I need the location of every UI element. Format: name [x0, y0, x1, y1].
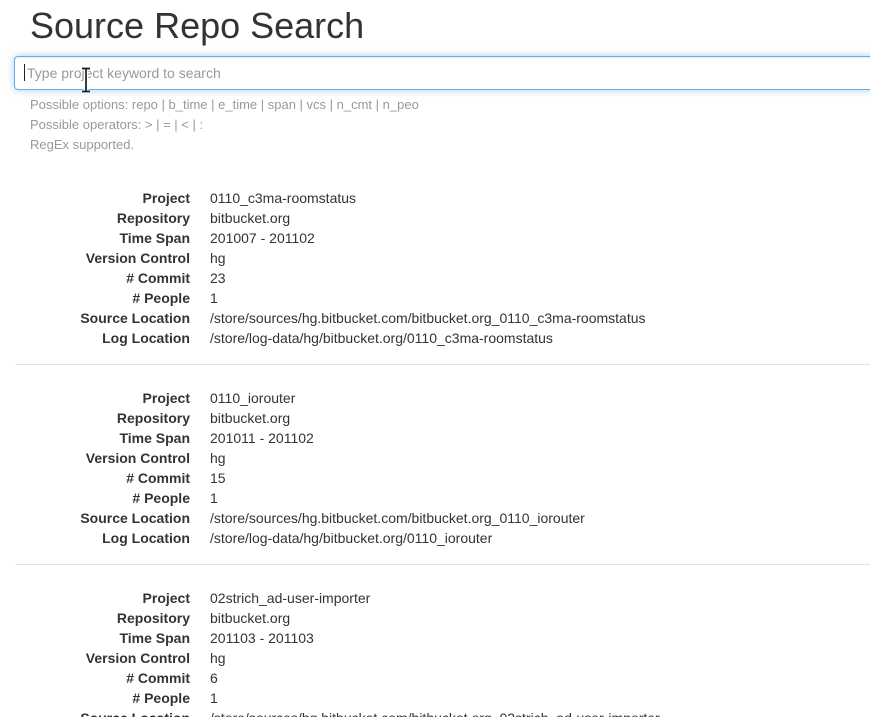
results-list: Project 0110_c3ma-roomstatus Repository … — [15, 188, 870, 717]
field-label-project: Project — [142, 390, 190, 406]
field-value-commit: 6 — [210, 670, 218, 686]
field-value-log-location: /store/log-data/hg/bitbucket.org/0110_c3… — [210, 330, 553, 346]
field-label-version-control: Version Control — [85, 450, 190, 466]
field-label-people: # People — [132, 690, 190, 706]
result-record: Project 0110_iorouter Repository bitbuck… — [30, 388, 870, 548]
field-label-log-location: Log Location — [102, 530, 190, 546]
field-value-log-location: /store/log-data/hg/bitbucket.org/0110_io… — [210, 530, 493, 546]
field-value-time-span: 201007 - 201102 — [210, 230, 315, 246]
field-value-time-span: 201103 - 201103 — [210, 630, 314, 646]
field-label-version-control: Version Control — [85, 650, 190, 666]
field-label-source-location: Source Location — [80, 510, 190, 526]
result-record: Project 02strich_ad-user-importer Reposi… — [30, 588, 870, 717]
field-value-version-control: hg — [210, 250, 226, 266]
field-label-repository: Repository — [116, 210, 190, 226]
field-label-source-location: Source Location — [80, 310, 190, 326]
field-value-people: 1 — [210, 690, 218, 706]
field-value-source-location: /store/sources/hg.bitbucket.com/bitbucke… — [210, 310, 646, 326]
help-operators-line: Possible operators: > | = | < | : — [30, 117, 204, 132]
help-regex-line: RegEx supported. — [30, 137, 135, 152]
field-value-people: 1 — [210, 490, 218, 506]
field-value-project: 02strich_ad-user-importer — [210, 590, 371, 606]
field-value-repository: bitbucket.org — [210, 210, 291, 226]
field-value-repository: bitbucket.org — [210, 610, 291, 626]
field-label-people: # People — [132, 490, 190, 506]
field-value-people: 1 — [210, 290, 218, 306]
result-record: Project 0110_c3ma-roomstatus Repository … — [30, 188, 870, 348]
field-label-time-span: Time Span — [119, 630, 190, 646]
field-value-commit: 23 — [210, 270, 226, 286]
help-options-line: Possible options: repo | b_time | e_time… — [30, 97, 419, 112]
field-value-version-control: hg — [210, 650, 226, 666]
record-divider — [15, 564, 870, 565]
field-label-project: Project — [142, 190, 190, 206]
page: Source Repo Search Possible options: rep… — [0, 0, 870, 717]
field-label-people: # People — [132, 290, 190, 306]
field-value-source-location: /store/sources/hg.bitbucket.com/bitbucke… — [210, 510, 585, 526]
field-label-time-span: Time Span — [119, 230, 190, 246]
field-value-source-location: /store/sources/hg.bitbucket.com/bitbucke… — [210, 708, 870, 717]
field-label-project: Project — [142, 590, 190, 606]
page-title: Source Repo Search — [30, 5, 365, 46]
field-value-version-control: hg — [210, 450, 226, 466]
field-label-commit: # Commit — [126, 270, 190, 286]
search-help: Possible options: repo | b_time | e_time… — [30, 95, 419, 155]
field-label-repository: Repository — [116, 410, 190, 426]
search-input[interactable] — [14, 56, 870, 90]
field-label-source-location: Source Location — [30, 708, 190, 717]
field-label-repository: Repository — [116, 610, 190, 626]
field-value-repository: bitbucket.org — [210, 410, 291, 426]
field-value-time-span: 201011 - 201102 — [210, 430, 314, 446]
text-caret — [24, 64, 25, 81]
field-value-project: 0110_iorouter — [210, 390, 296, 406]
field-value-commit: 15 — [210, 470, 226, 486]
field-label-time-span: Time Span — [119, 430, 190, 446]
field-value-project: 0110_c3ma-roomstatus — [210, 190, 357, 206]
field-label-log-location: Log Location — [102, 330, 190, 346]
field-label-commit: # Commit — [126, 670, 190, 686]
field-label-commit: # Commit — [126, 470, 190, 486]
record-divider — [15, 364, 870, 365]
field-label-version-control: Version Control — [85, 250, 190, 266]
